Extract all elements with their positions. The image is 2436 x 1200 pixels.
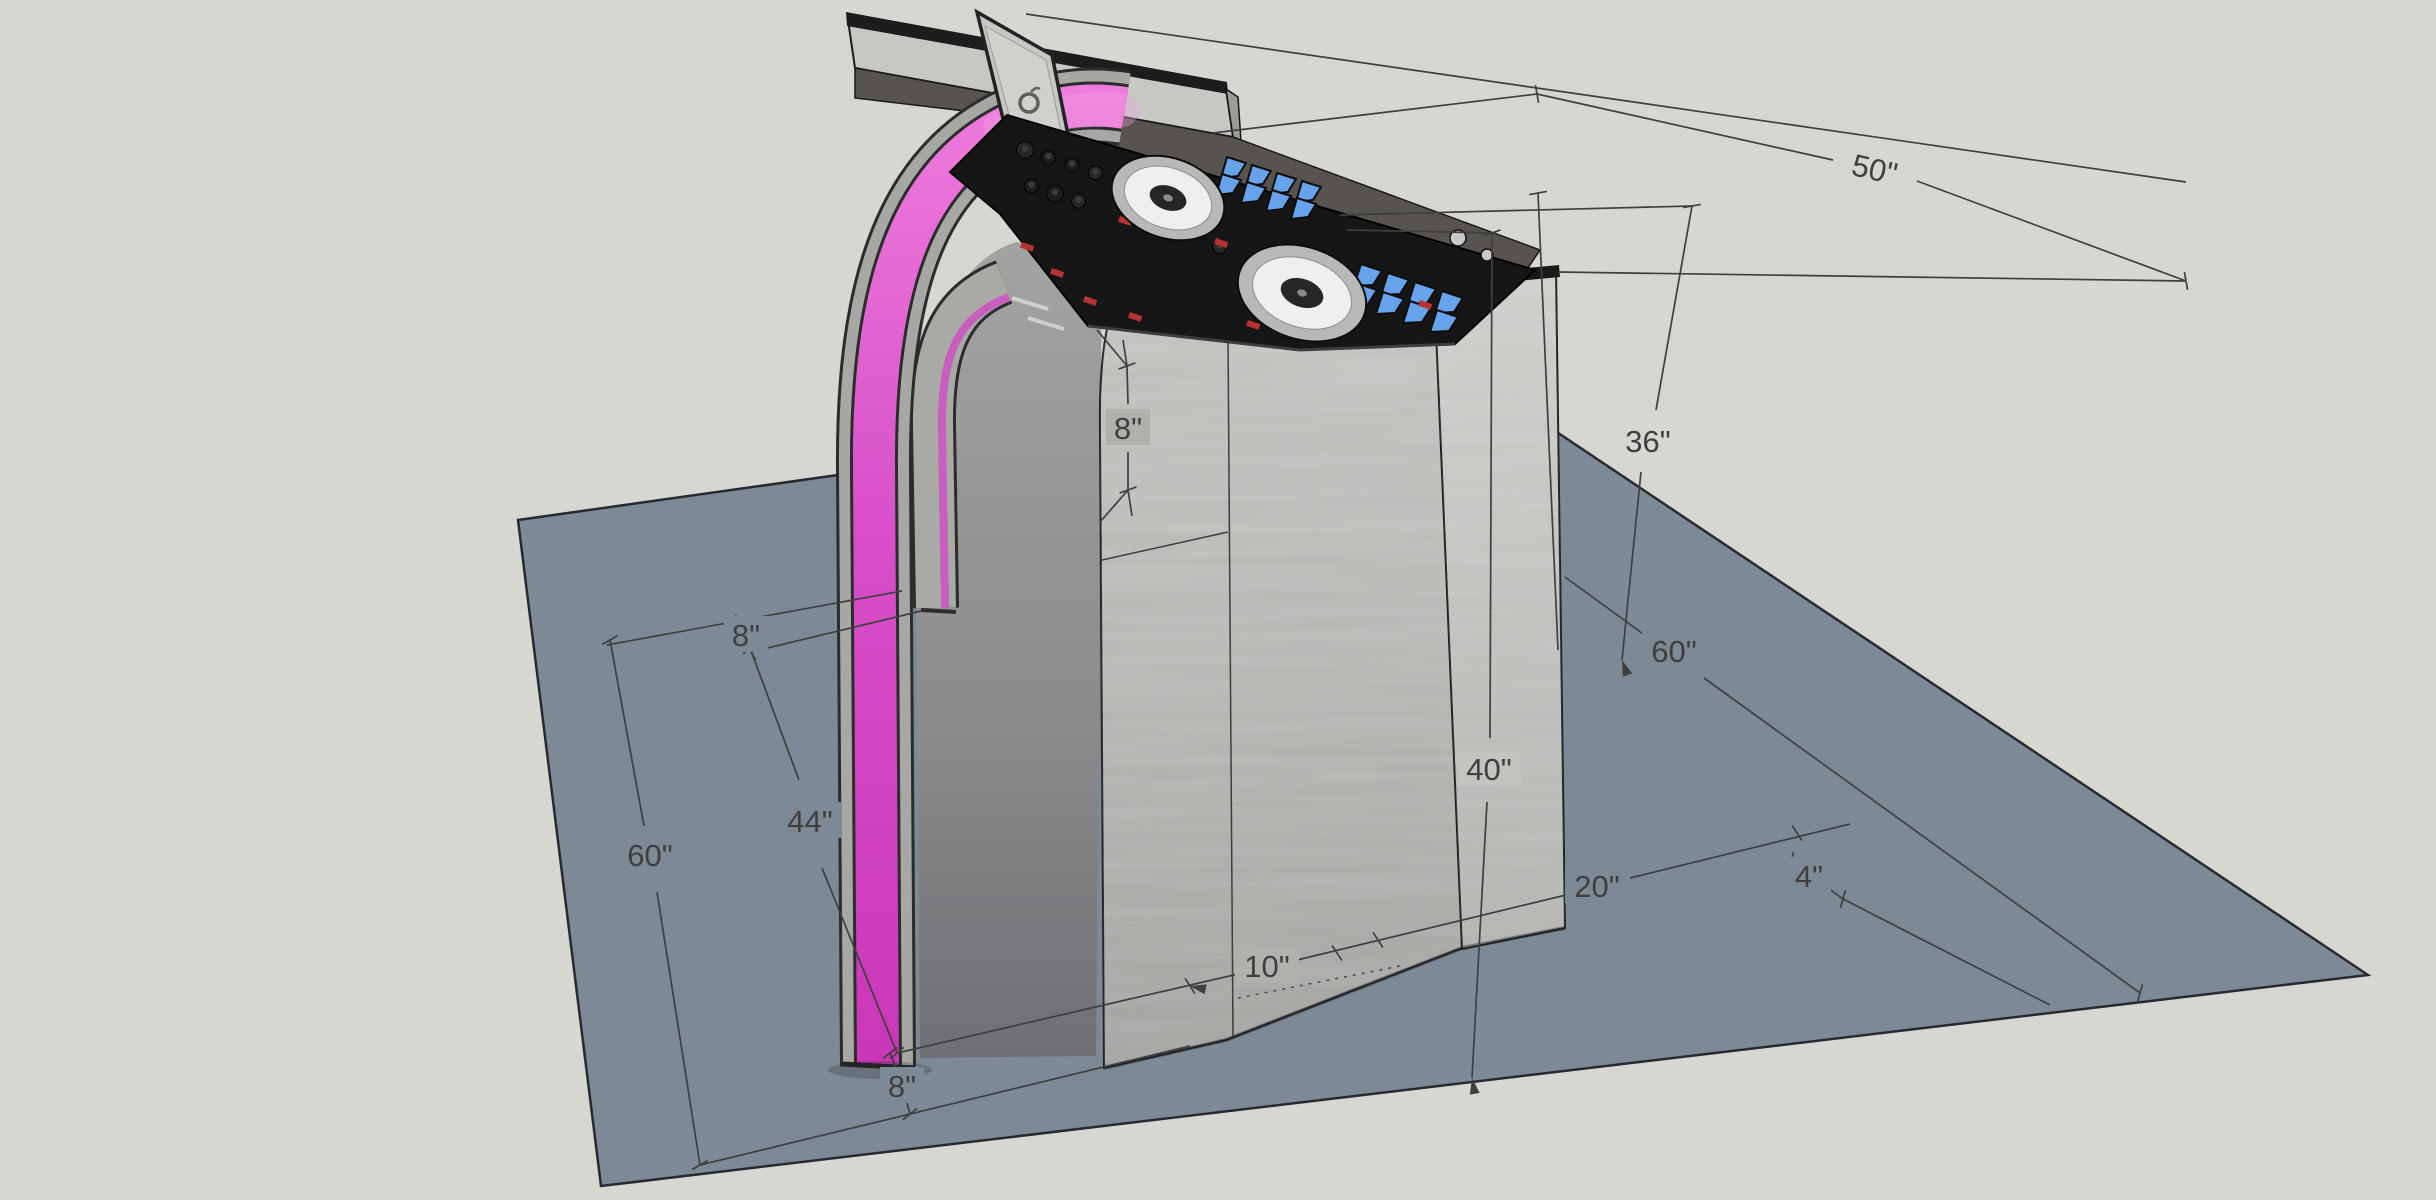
- dim-label-44: 44": [787, 804, 833, 839]
- dim-label-8-top-left: 8": [732, 618, 760, 653]
- knob-cap: [1045, 153, 1051, 159]
- knob-cap: [1028, 181, 1034, 187]
- knob-cap: [1069, 161, 1075, 167]
- dim-label-8-bottom: 8": [888, 1069, 916, 1104]
- model-viewport[interactable]: 50" 36" 60" 40" 20" 4" 10" 8" 8" 44" 60"…: [0, 0, 2436, 1200]
- dim-label-60-left: 60": [627, 838, 673, 873]
- scene-canvas[interactable]: 50" 36" 60" 40" 20" 4" 10" 8" 8" 44" 60"…: [0, 0, 2436, 1200]
- dim-label-8-arch: 8": [1114, 411, 1142, 446]
- booth-cabinet: [1100, 252, 1462, 1068]
- knob-cap: [1022, 145, 1028, 151]
- dim-label-36: 36": [1625, 424, 1671, 459]
- dimension-line: [1127, 366, 1128, 404]
- knob-cap: [1075, 197, 1081, 203]
- knob-cap: [1052, 189, 1058, 195]
- dim-label-20: 20": [1574, 869, 1620, 904]
- dim-label-60-right: 60": [1651, 634, 1697, 669]
- dim-label-4: 4": [1795, 859, 1823, 894]
- dim-label-40: 40": [1466, 752, 1512, 787]
- cabinet-texture: [1100, 252, 1462, 1068]
- dim-label-10: 10": [1244, 949, 1290, 984]
- knob-cap: [1092, 168, 1098, 174]
